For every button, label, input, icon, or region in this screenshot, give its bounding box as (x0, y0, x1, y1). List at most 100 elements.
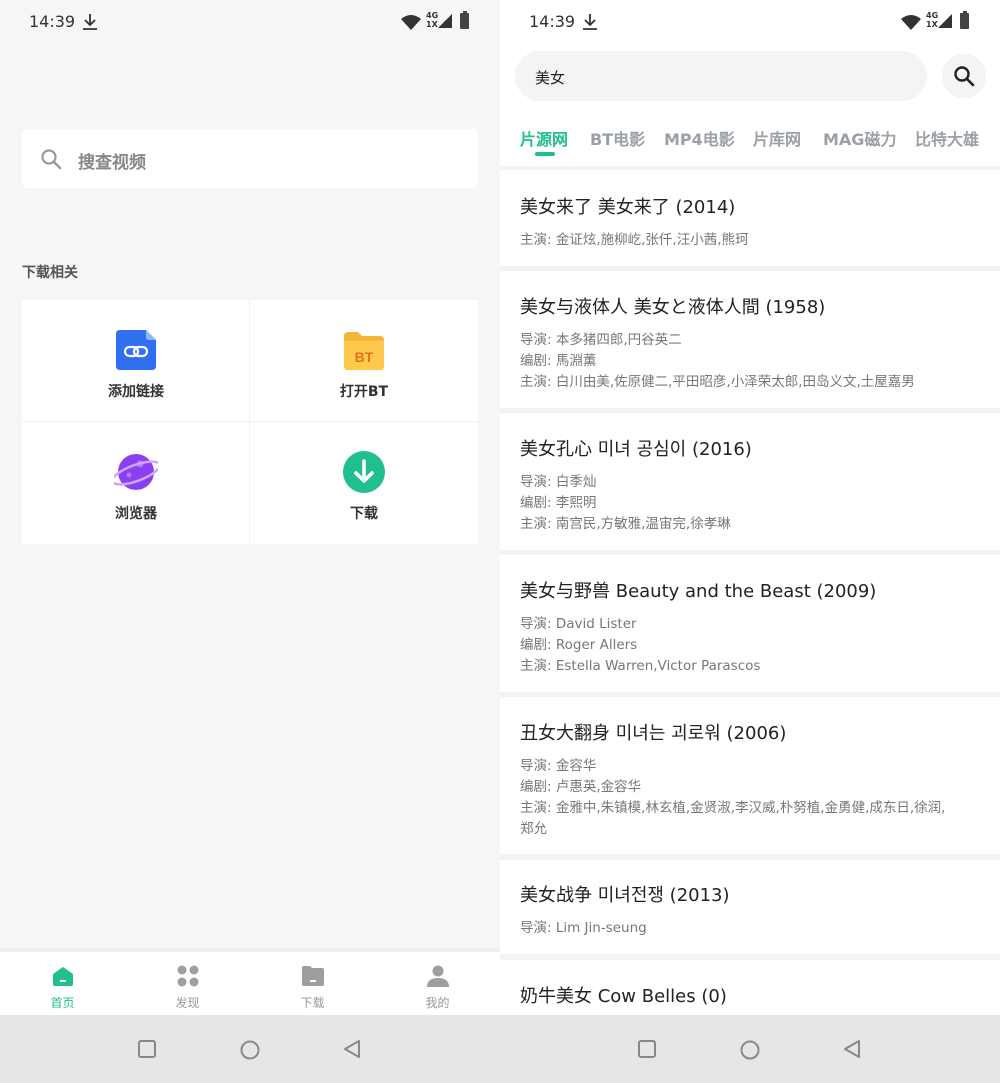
result-title: 奶牛美女 Cow Belles (0) (520, 986, 727, 1007)
download-label: 下载 (350, 506, 378, 522)
nav-download-label: 下载 (300, 996, 325, 1010)
result-detail: 导演: 本多猪四郎,円谷英二 (520, 332, 682, 348)
wifi-icon (401, 15, 421, 30)
search-query: 美女 (535, 69, 566, 87)
result-card[interactable]: 美女与液体人 美女と液体人間 (1958) 导演: 本多猪四郎,円谷英二 编剧:… (500, 271, 1000, 408)
download-tools-grid: 添加链接 BT 打开BT 浏览器 下载 (22, 300, 478, 544)
result-detail: 编剧: Roger Allers (520, 637, 638, 653)
result-card[interactable]: 美女来了 美女来了 (2014) 主演: 金证炫,施柳屹,张仟,汪小茜,熊珂 (500, 170, 1000, 266)
bt-folder-icon: BT (344, 332, 384, 370)
download-icon (343, 451, 385, 493)
user-icon (427, 965, 449, 987)
tab-source-1[interactable]: BT电影 (590, 126, 645, 150)
tab-source-3[interactable]: 片库网 (753, 126, 801, 150)
network-type: 4G (426, 11, 439, 20)
status-bar: 14:39 4G 1X (0, 0, 500, 44)
search-icon (41, 149, 62, 170)
source-tabs: 片源网 BT电影 MP4电影 片库网 MAG磁力 比特大雄 (500, 126, 1000, 160)
search-icon (954, 66, 975, 87)
result-title: 美女与野兽 Beauty and the Beast (2009) (520, 581, 877, 602)
link-icon (116, 330, 156, 370)
nav-profile-label: 我的 (425, 996, 450, 1010)
nav-discover-label: 发现 (175, 996, 200, 1010)
result-detail: 导演: 白季灿 (520, 474, 597, 490)
nav-home-label: 首页 (50, 996, 75, 1010)
result-card[interactable]: 奶牛美女 Cow Belles (0) (500, 960, 1000, 1020)
browser-button[interactable]: 浏览器 (22, 422, 250, 544)
active-tab-indicator (535, 152, 555, 156)
status-bar: 14:39 4G 1X (500, 0, 1000, 44)
discover-icon (177, 965, 199, 987)
result-detail: 主演: 白川由美,佐原健二,平田昭彦,小泽荣太郎,田岛义文,土屋嘉男 (520, 374, 915, 390)
home-screen: 14:39 4G 1X 搜查视频 下载相关 添加链接 BT 打开BT 浏览器 下… (0, 0, 500, 1083)
signal-icon (438, 14, 452, 28)
recents-icon[interactable] (137, 1039, 157, 1059)
result-card[interactable]: 美女孔心 미녀 공심이 (2016) 导演: 白季灿 编剧: 李熙明 主演: 南… (500, 413, 1000, 550)
network-sub: 1X (926, 20, 938, 29)
home-button-icon[interactable] (239, 1039, 261, 1061)
result-detail: 导演: 金容华 (520, 758, 597, 774)
open-bt-label: 打开BT (339, 384, 389, 400)
result-title: 丑女大翻身 미녀는 괴로워 (2006) (520, 723, 787, 744)
nav-home[interactable]: 首页 (0, 962, 125, 1012)
wifi-icon (901, 15, 921, 30)
result-detail: 主演: 金雅中,朱镇模,林玄植,金贤淑,李汉威,朴努植,金勇健,成东日,徐润, (520, 800, 946, 816)
result-card[interactable]: 美女战争 미녀전쟁 (2013) 导演: Lim Jin-seung (500, 860, 1000, 954)
result-card[interactable]: 美女与野兽 Beauty and the Beast (2009) 导演: Da… (500, 555, 1000, 692)
system-nav-bar (0, 1015, 500, 1083)
bottom-nav: 首页 发现 下载 我的 (0, 948, 500, 1015)
tab-source-0[interactable]: 片源网 (520, 126, 568, 150)
add-link-button[interactable]: 添加链接 (22, 300, 250, 422)
nav-profile[interactable]: 我的 (375, 962, 500, 1012)
add-link-label: 添加链接 (108, 384, 164, 400)
nav-download[interactable]: 下载 (250, 962, 375, 1012)
network-label: 4G 1X (426, 11, 438, 29)
tab-source-4[interactable]: MAG磁力 (823, 126, 896, 150)
tab-source-2[interactable]: MP4电影 (664, 126, 735, 150)
result-detail: 主演: Estella Warren,Victor Parascos (520, 658, 761, 674)
system-nav-bar (500, 1015, 1000, 1083)
home-search-bar[interactable]: 搜查视频 (22, 129, 478, 188)
search-placeholder: 搜查视频 (78, 153, 146, 173)
status-time: 14:39 (29, 12, 76, 31)
signal-icon (938, 14, 952, 28)
result-detail: 主演: 金证炫,施柳屹,张仟,汪小茜,熊珂 (520, 232, 749, 248)
planet-icon (114, 454, 158, 490)
back-icon[interactable] (342, 1039, 362, 1059)
nav-discover[interactable]: 发现 (125, 962, 250, 1012)
result-detail: 导演: Lim Jin-seung (520, 920, 647, 936)
folder-icon (302, 966, 324, 986)
result-detail: 编剧: 馬淵薫 (520, 353, 597, 369)
result-title: 美女与液体人 美女と液体人間 (1958) (520, 297, 826, 318)
open-bt-button[interactable]: BT 打开BT (250, 300, 478, 422)
result-title: 美女战争 미녀전쟁 (2013) (520, 885, 730, 906)
back-icon[interactable] (842, 1039, 862, 1059)
network-sub: 1X (426, 20, 438, 29)
recents-icon[interactable] (637, 1039, 657, 1059)
battery-icon (460, 11, 469, 29)
network-type: 4G (926, 11, 939, 20)
result-detail: 导演: David Lister (520, 616, 637, 632)
search-input[interactable]: 美女 (515, 51, 927, 101)
result-detail: 编剧: 卢惠英,金容华 (520, 779, 642, 795)
network-label: 4G 1X (926, 11, 938, 29)
battery-icon (960, 11, 969, 29)
home-button-icon[interactable] (739, 1039, 761, 1061)
search-results-screen: 14:39 4G 1X 美女 片源网 BT电影 MP4电影 片库网 MAG磁力 … (500, 0, 1000, 1083)
home-icon (53, 967, 73, 986)
result-detail: 编剧: 李熙明 (520, 495, 597, 511)
result-title: 美女孔心 미녀 공심이 (2016) (520, 439, 752, 460)
search-button[interactable] (942, 54, 986, 98)
search-header: 14:39 4G 1X 美女 片源网 BT电影 MP4电影 片库网 MAG磁力 … (500, 0, 1000, 166)
section-title: 下载相关 (22, 265, 78, 281)
result-card[interactable]: 丑女大翻身 미녀는 괴로워 (2006) 导演: 金容华 编剧: 卢惠英,金容华… (500, 697, 1000, 854)
bt-icon-text: BT (355, 349, 374, 365)
status-time: 14:39 (529, 12, 576, 31)
download-button[interactable]: 下载 (250, 422, 478, 544)
browser-label: 浏览器 (115, 506, 157, 522)
tab-source-5[interactable]: 比特大雄 (915, 126, 979, 150)
result-detail: 主演: 南宫民,方敏雅,温宙完,徐孝琳 (520, 516, 731, 532)
result-detail: 郑允 (520, 821, 547, 837)
result-title: 美女来了 美女来了 (2014) (520, 197, 736, 218)
download-status-icon (83, 14, 97, 30)
